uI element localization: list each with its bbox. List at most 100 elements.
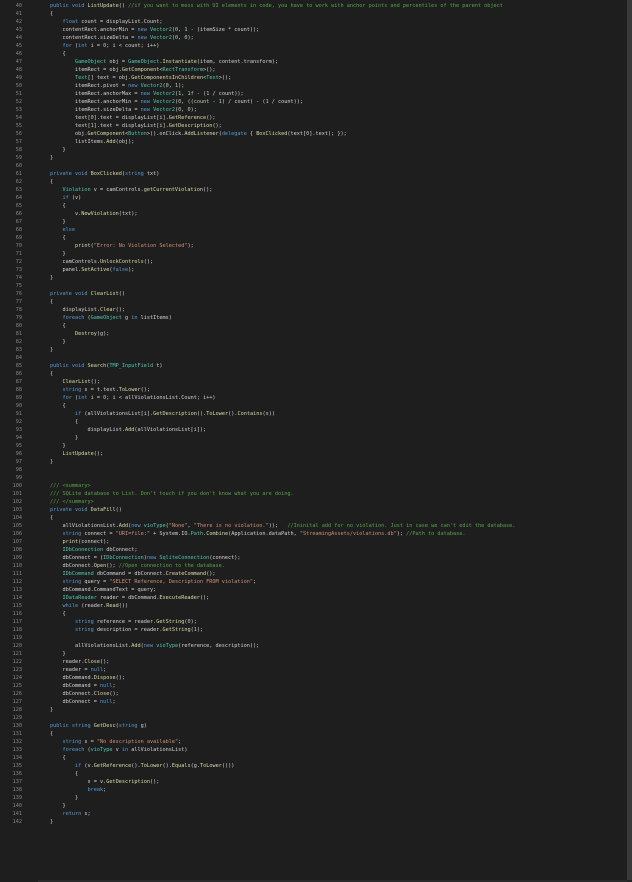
code-line[interactable] — [50, 282, 632, 290]
code-line[interactable]: itemRect = obj.GetComponent<RectTransfor… — [50, 66, 632, 74]
code-line[interactable]: if (allViolationsList[i].GetDescription(… — [50, 410, 632, 418]
code-line[interactable]: contentRect.anchorMin = new Vector2(0, 1… — [50, 26, 632, 34]
code-line[interactable]: /// </summary> — [50, 498, 632, 506]
code-line[interactable]: listItems.Add(obj); — [50, 138, 632, 146]
code-line[interactable]: displayList.Clear(); — [50, 306, 632, 314]
code-line[interactable]: } — [50, 706, 632, 714]
code-line[interactable]: } — [50, 650, 632, 658]
code-line[interactable]: } — [50, 802, 632, 810]
code-line[interactable]: { — [50, 610, 632, 618]
code-line[interactable]: } — [50, 218, 632, 226]
code-line[interactable]: ClearList(); — [50, 378, 632, 386]
code-line[interactable]: print("Error: No Violation Selected"); — [50, 242, 632, 250]
code-line[interactable]: { — [50, 370, 632, 378]
code-line[interactable] — [50, 714, 632, 722]
code-line[interactable]: string description = reader.GetString(1)… — [50, 626, 632, 634]
code-line[interactable]: { — [50, 298, 632, 306]
code-line[interactable]: Text[] text = obj.GetComponentsInChildre… — [50, 74, 632, 82]
code-line[interactable]: } — [50, 346, 632, 354]
code-line[interactable]: while (reader.Read()) — [50, 602, 632, 610]
code-line[interactable]: break; — [50, 786, 632, 794]
code-line[interactable]: } — [50, 818, 632, 826]
code-line[interactable]: panel.SetActive(false); — [50, 266, 632, 274]
code-line[interactable]: public void Search(TMP_InputField t) — [50, 362, 632, 370]
scrollbar-thumb[interactable] — [627, 0, 632, 880]
code-line[interactable]: foreach (GameObject g in listItems) — [50, 314, 632, 322]
code-line[interactable]: allViolationsList.Add(new vioType(refere… — [50, 642, 632, 650]
code-line[interactable]: string s = "No description available"; — [50, 738, 632, 746]
code-line[interactable]: itemRect.anchorMax = new Vector2(1, 1f -… — [50, 90, 632, 98]
code-line[interactable] — [50, 634, 632, 642]
code-line[interactable]: { — [50, 402, 632, 410]
code-line[interactable]: { — [50, 202, 632, 210]
code-line[interactable]: IDbCommand dbCommand = dbConnect.CreateC… — [50, 570, 632, 578]
code-line[interactable]: /// SQLite database to List. Don't touch… — [50, 490, 632, 498]
code-line[interactable]: string s = t.text.ToLower(); — [50, 386, 632, 394]
code-line[interactable]: } — [50, 458, 632, 466]
code-line[interactable]: foreach (vioType v in allViolationsList) — [50, 746, 632, 754]
code-line[interactable]: allViolationsList.Add(new vioType("None"… — [50, 522, 632, 530]
code-line[interactable]: public void ListUpdate() //if you want t… — [50, 2, 632, 10]
code-line[interactable]: float count = displayList.Count; — [50, 18, 632, 26]
code-line[interactable]: ListUpdate(); — [50, 450, 632, 458]
code-line[interactable]: string reference = reader.GetString(0); — [50, 618, 632, 626]
code-line[interactable]: } — [50, 434, 632, 442]
code-line[interactable]: displayList.Add(allViolationsList[i]); — [50, 426, 632, 434]
code-editor[interactable]: 40 41 42 43 44 45 46 47 48 49 50 51 52 53 54 55 56 57 58 59… — [0, 0, 632, 882]
code-line[interactable]: } — [50, 338, 632, 346]
code-line[interactable]: } — [50, 250, 632, 258]
code-line[interactable]: camControls.UnlockControls(); — [50, 258, 632, 266]
code-line[interactable]: { — [50, 770, 632, 778]
code-line[interactable]: if (v) — [50, 194, 632, 202]
code-line[interactable]: { — [50, 178, 632, 186]
code-line[interactable]: dbCommand.Dispose(); — [50, 674, 632, 682]
code-line[interactable]: dbConnect = (IDbConnection)new SqliteCon… — [50, 554, 632, 562]
code-line[interactable]: /// <summary> — [50, 482, 632, 490]
code-line[interactable]: { — [50, 754, 632, 762]
code-line[interactable]: private void DataFill() — [50, 506, 632, 514]
code-line[interactable]: reader.Close(); — [50, 658, 632, 666]
code-line[interactable]: return s; — [50, 810, 632, 818]
code-line[interactable]: dbConnect = null; — [50, 698, 632, 706]
code-line[interactable] — [50, 474, 632, 482]
code-line[interactable]: reader = null; — [50, 666, 632, 674]
code-line[interactable]: IDbConnection dbConnect; — [50, 546, 632, 554]
code-line[interactable]: GameObject obj = GameObject.Instantiate(… — [50, 58, 632, 66]
code-line[interactable]: text[0].text = displayList[i].GetReferen… — [50, 114, 632, 122]
code-line[interactable] — [50, 354, 632, 362]
code-line[interactable]: { — [50, 322, 632, 330]
code-line[interactable]: private void ClearList() — [50, 290, 632, 298]
code-line[interactable]: { — [50, 50, 632, 58]
code-line[interactable]: string query = "SELECT Reference, Descri… — [50, 578, 632, 586]
code-line[interactable]: string connect = "URI=file:" + System.IO… — [50, 530, 632, 538]
code-line[interactable]: itemRect.sizeDelta = new Vector2(0, 0); — [50, 106, 632, 114]
code-line[interactable]: private void BoxClicked(string txt) — [50, 170, 632, 178]
code-line[interactable]: itemRect.anchorMin = new Vector2(0, ((co… — [50, 98, 632, 106]
code-line[interactable]: public string GetDesc(string g) — [50, 722, 632, 730]
code-line[interactable]: s = v.GetDescription(); — [50, 778, 632, 786]
code-line[interactable]: } — [50, 442, 632, 450]
code-line[interactable]: dbConnect.Close(); — [50, 690, 632, 698]
code-line[interactable]: { — [50, 234, 632, 242]
code-line[interactable]: } — [50, 146, 632, 154]
code-line[interactable]: for (int i = 0; i < allViolationsList.Co… — [50, 394, 632, 402]
code-line[interactable]: dbCommand = null; — [50, 682, 632, 690]
code-line[interactable]: } — [50, 794, 632, 802]
code-line[interactable]: { — [50, 418, 632, 426]
code-area[interactable]: public void ListUpdate() //if you want t… — [38, 0, 632, 882]
code-line[interactable]: } — [50, 154, 632, 162]
code-line[interactable]: itemRect.pivot = new Vector2(0, 1); — [50, 82, 632, 90]
code-line[interactable]: } — [50, 274, 632, 282]
code-line[interactable]: IDataReader reader = dbCommand.ExecuteRe… — [50, 594, 632, 602]
code-line[interactable]: v.NewViolation(txt); — [50, 210, 632, 218]
code-line[interactable]: Destroy(g); — [50, 330, 632, 338]
code-line[interactable]: Violation v = camControls.getCurrentViol… — [50, 186, 632, 194]
code-line[interactable]: else — [50, 226, 632, 234]
code-line[interactable]: { — [50, 730, 632, 738]
code-line[interactable]: { — [50, 10, 632, 18]
code-line[interactable] — [50, 466, 632, 474]
code-line[interactable]: if (v.GetReference().ToLower().Equals(g.… — [50, 762, 632, 770]
code-line[interactable]: print(connect); — [50, 538, 632, 546]
vertical-scrollbar[interactable] — [627, 0, 632, 882]
code-line[interactable]: text[1].text = displayList[i].GetDescrip… — [50, 122, 632, 130]
